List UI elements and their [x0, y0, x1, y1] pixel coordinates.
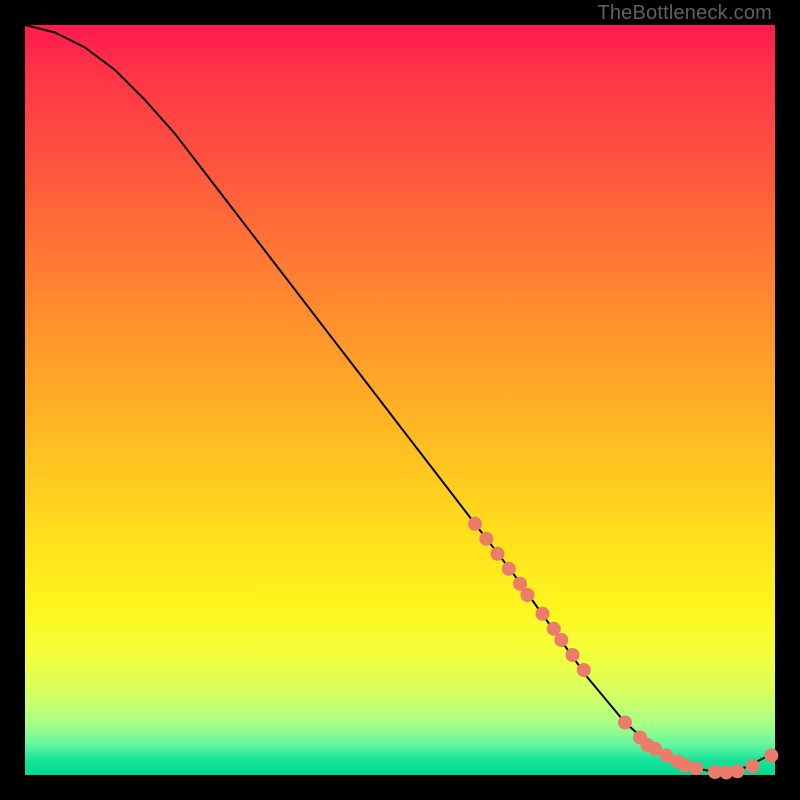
chart-overlay — [25, 25, 775, 775]
highlight-marker — [521, 588, 535, 602]
highlight-marker — [689, 761, 703, 775]
highlight-marker — [577, 663, 591, 677]
highlight-marker — [764, 749, 778, 763]
highlight-marker — [468, 517, 482, 531]
highlight-marker — [502, 562, 516, 576]
highlight-marker — [566, 648, 580, 662]
chart-frame: TheBottleneck.com — [0, 0, 800, 800]
watermark-label: TheBottleneck.com — [597, 2, 772, 25]
highlight-marker — [491, 547, 505, 561]
highlight-marker — [554, 633, 568, 647]
highlight-marker — [618, 716, 632, 730]
highlight-marker — [746, 759, 760, 773]
highlight-marker — [731, 764, 745, 778]
highlight-markers — [468, 517, 778, 780]
bottleneck-curve — [25, 25, 775, 772]
highlight-marker — [479, 532, 493, 546]
highlight-marker — [536, 607, 550, 621]
